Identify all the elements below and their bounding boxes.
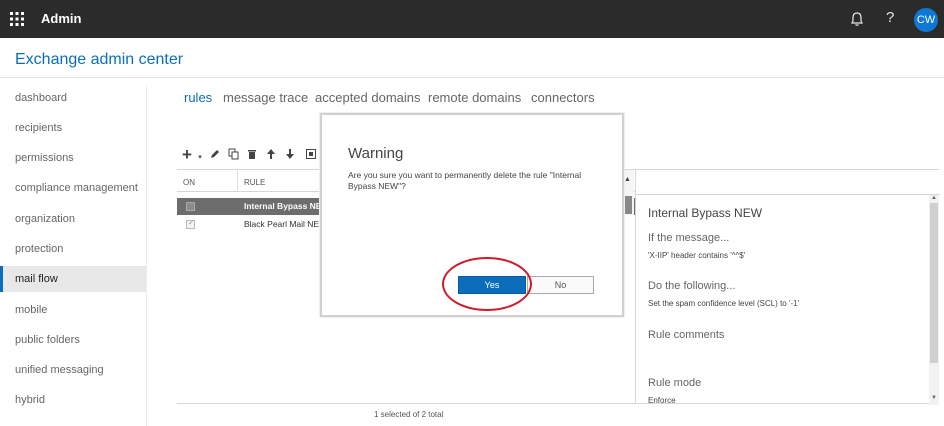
details-title: Internal Bypass NEW xyxy=(648,206,763,220)
details-if-label: If the message... xyxy=(648,232,730,244)
tab-message-trace[interactable]: message trace xyxy=(223,90,308,105)
details-mode-label: Rule mode xyxy=(648,377,702,389)
nav-item-organization[interactable]: organization xyxy=(0,206,147,232)
notifications-bell-icon[interactable] xyxy=(849,10,865,28)
scrollbar-thumb[interactable] xyxy=(624,196,632,214)
top-bar: Admin ? CW xyxy=(0,0,944,38)
edit-icon[interactable] xyxy=(208,148,222,162)
nav-item-compliance-management[interactable]: compliance management xyxy=(0,175,147,201)
details-divider xyxy=(636,194,940,195)
app-name[interactable]: Admin xyxy=(41,11,81,26)
rule-name: Internal Bypass NEW xyxy=(244,201,330,211)
column-header-on[interactable]: ON xyxy=(183,178,195,187)
help-icon[interactable]: ? xyxy=(886,9,894,26)
rule-name: Black Pearl Mail NEW xyxy=(244,219,328,229)
nav-item-dashboard[interactable]: dashboard xyxy=(0,85,147,111)
move-up-icon[interactable] xyxy=(264,148,278,162)
nav-item-recipients[interactable]: recipients xyxy=(0,115,147,141)
tab-rules[interactable]: rules xyxy=(184,90,212,105)
tab-accepted-domains[interactable]: accepted domains xyxy=(315,90,421,105)
scrollbar-thumb[interactable] xyxy=(930,203,938,363)
nav-item-protection[interactable]: protection xyxy=(0,236,147,262)
rule-enabled-checkbox[interactable] xyxy=(186,200,195,211)
no-button[interactable]: No xyxy=(527,276,594,294)
tab-connectors[interactable]: connectors xyxy=(531,90,595,105)
nav-item-permissions[interactable]: permissions xyxy=(0,145,147,171)
nav-item-mobile[interactable]: mobile xyxy=(0,297,147,323)
header-divider xyxy=(0,77,944,78)
page-title: Exchange admin center xyxy=(15,51,184,68)
details-mode-value: Enforce xyxy=(648,396,676,404)
scroll-up-icon[interactable]: ▲ xyxy=(931,195,937,201)
avatar[interactable]: CW xyxy=(914,8,938,32)
nav-item-public-folders[interactable]: public folders xyxy=(0,327,147,353)
nav-separator xyxy=(146,86,147,426)
details-pane: Internal Bypass NEW If the message... 'X… xyxy=(635,169,940,405)
details-if-text: 'X-IIP' header contains '^^$' xyxy=(648,251,746,260)
highlight-circle xyxy=(442,257,532,311)
add-icon[interactable]: + xyxy=(180,146,194,163)
nav-item-unified-messaging[interactable]: unified messaging xyxy=(0,357,147,383)
tab-remote-domains[interactable]: remote domains xyxy=(428,90,521,105)
details-do-text: Set the spam confidence level (SCL) to '… xyxy=(648,299,800,308)
selection-status: 1 selected of 2 total xyxy=(374,410,444,419)
scroll-down-icon[interactable]: ▼ xyxy=(931,395,937,401)
copy-icon[interactable] xyxy=(227,148,241,162)
scroll-up-icon[interactable]: ▲ xyxy=(624,176,631,183)
delete-icon[interactable] xyxy=(245,148,259,162)
column-header-rule[interactable]: RULE xyxy=(244,178,265,187)
report-icon[interactable] xyxy=(304,148,318,162)
column-divider xyxy=(237,170,238,192)
dialog-message: Are you sure you want to permanently del… xyxy=(348,170,582,191)
dialog-title: Warning xyxy=(348,145,404,162)
chevron-down-icon[interactable]: ▾ xyxy=(193,151,207,165)
details-do-label: Do the following... xyxy=(648,280,736,292)
details-comments-label: Rule comments xyxy=(648,329,725,341)
details-scrollbar[interactable]: ▲ ▼ xyxy=(929,195,939,405)
app-launcher-icon[interactable] xyxy=(9,11,25,27)
move-down-icon[interactable] xyxy=(283,148,297,162)
rule-enabled-checkbox[interactable] xyxy=(186,218,195,229)
nav-item-mail-flow[interactable]: mail flow xyxy=(0,266,147,292)
nav-item-hybrid[interactable]: hybrid xyxy=(0,387,147,413)
